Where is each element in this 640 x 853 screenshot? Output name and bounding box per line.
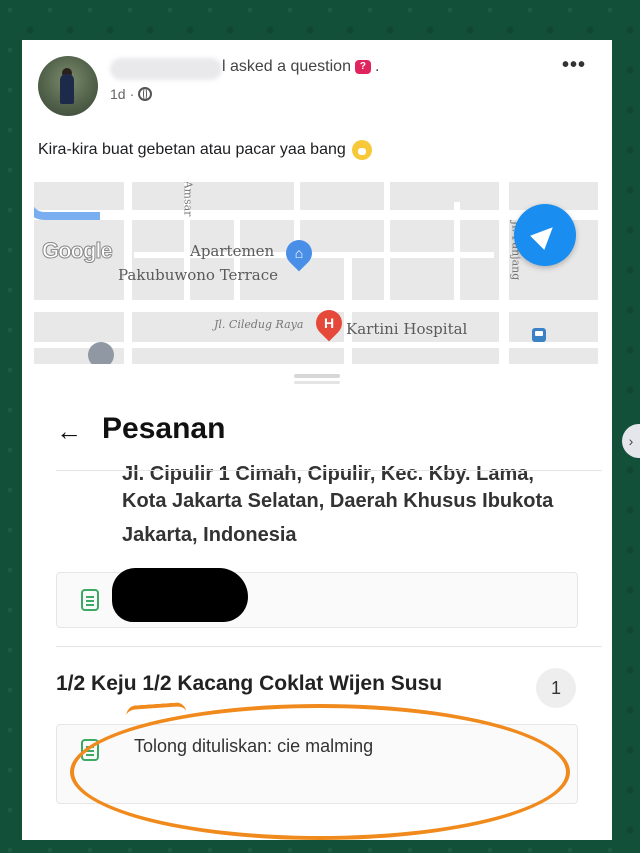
hospital-label: Kartini Hospital <box>346 320 468 338</box>
avatar[interactable] <box>38 56 98 116</box>
item-quantity-badge: 1 <box>536 668 576 708</box>
map-marker-icon <box>88 342 114 364</box>
address-line: Jakarta, Indonesia <box>122 524 297 546</box>
asked-question-label: l asked a question <box>222 58 351 75</box>
place-label-line1: Apartemen <box>190 242 275 260</box>
hospital-pin-icon[interactable]: H <box>310 304 348 342</box>
face-emoji-icon <box>351 140 372 160</box>
post-header-text: l asked a question ? . <box>222 58 379 76</box>
more-options-icon[interactable]: ••• <box>562 54 586 77</box>
page-title: Pesanan <box>102 412 226 445</box>
globe-icon <box>138 87 153 101</box>
map-road <box>34 210 598 220</box>
map-road <box>499 182 509 364</box>
address-partial-text: Jl. Cipulir 1 Cimah, Cipulir, Kec. Kby. … <box>122 463 534 484</box>
place-label-line2: Pakubuwono Terrace <box>118 266 278 284</box>
post-text: Kira-kira buat gebetan atau pacar yaa ba… <box>38 141 346 158</box>
sheet-drag-handle[interactable] <box>294 374 340 378</box>
post-body: Kira-kira buat gebetan atau pacar yaa ba… <box>38 140 372 160</box>
address-line: Kota Jakarta Selatan, Daerah Khusus Ibuk… <box>122 490 554 512</box>
header-period: . <box>374 58 380 75</box>
order-item-name: 1/2 Keju 1/2 Kacang Coklat Wijen Susu <box>56 672 443 695</box>
navigation-button[interactable] <box>514 204 576 266</box>
orange-annotation-stroke <box>125 701 187 717</box>
hospital-pin-letter: H <box>323 315 335 331</box>
avatar-figure <box>60 74 74 104</box>
map-road <box>134 252 494 258</box>
meta-dot: · <box>129 86 135 102</box>
facebook-post-card: l asked a question ? . 1d · ••• Kira-kir… <box>22 40 612 840</box>
post-meta: 1d · <box>110 86 153 102</box>
address-partial-line: Jl. Cipulir 1 Cimah, Cipulir, Kec. Kby. … <box>122 454 562 484</box>
map-road <box>384 182 390 302</box>
chevron-right-icon[interactable]: › <box>622 424 640 458</box>
map-road <box>34 342 598 348</box>
map-view[interactable]: Google Amsar Apartemen Pakubuwono Terrac… <box>34 182 598 364</box>
note-icon <box>81 589 99 611</box>
street-label: Amsar <box>181 182 195 217</box>
map-road <box>294 182 300 242</box>
street-label: Jl. Ciledug Raya <box>214 318 304 331</box>
blurred-username[interactable] <box>110 58 222 80</box>
map-waterway <box>34 182 100 220</box>
back-arrow-icon[interactable]: ← <box>56 416 82 447</box>
bus-stop-icon[interactable] <box>532 328 546 342</box>
sheet-drag-handle-line <box>294 381 340 384</box>
redacted-note <box>112 568 248 622</box>
google-logo: Google <box>42 238 114 264</box>
apartment-pin-icon[interactable]: ⌂ <box>280 234 318 272</box>
orange-annotation-circle <box>70 704 570 840</box>
divider <box>56 646 602 647</box>
question-icon: ? <box>354 60 371 74</box>
divider <box>56 470 602 471</box>
post-time[interactable]: 1d <box>110 86 126 102</box>
